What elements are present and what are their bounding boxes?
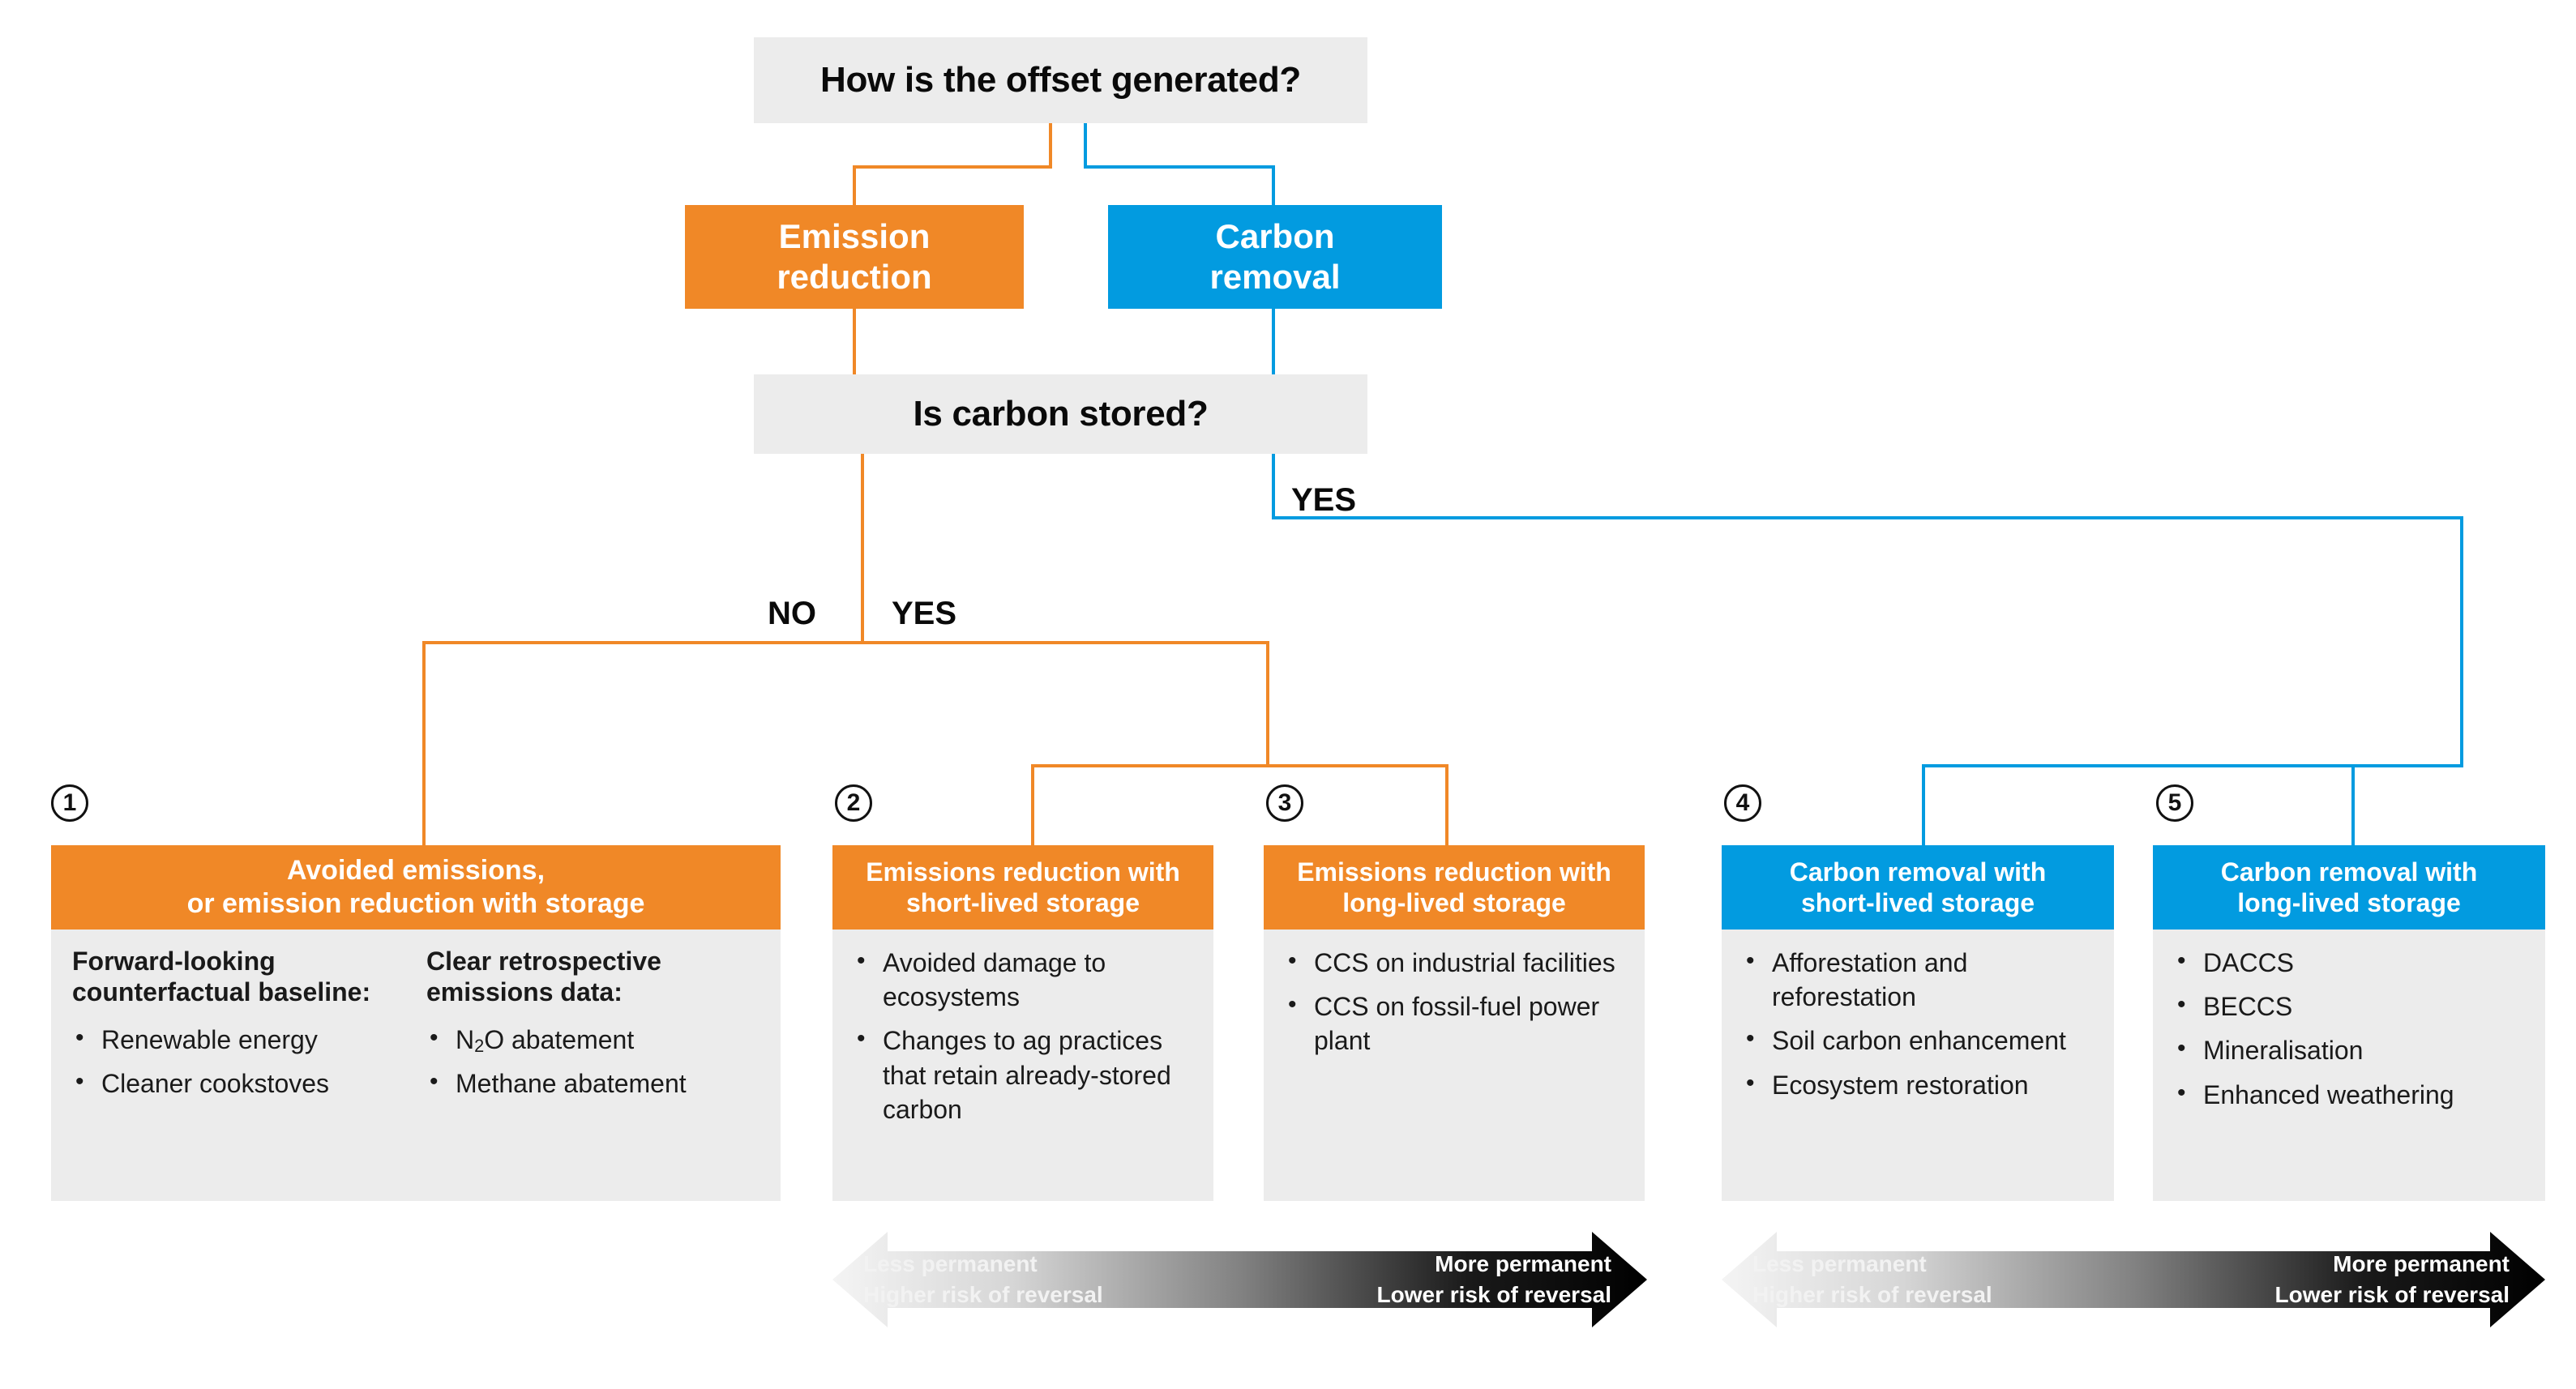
card-emissions-reduction-long-lived[interactable]: Emissions reduction with long-lived stor…: [1264, 845, 1645, 1201]
card-2-header: Emissions reduction with short-lived sto…: [832, 845, 1213, 930]
badge-4: 4: [1724, 784, 1761, 822]
permanence-arrow-right-icon: [1722, 1232, 2545, 1327]
connector-offset-to-removal-h: [1084, 165, 1275, 169]
label-yes-carbon-removal: YES: [1291, 482, 1357, 518]
connector-to-card4: [1922, 764, 1925, 845]
permanence-arrow-left: Less permanent Higher risk of reversal M…: [832, 1227, 1647, 1332]
card-1-subhead-2: Clear retrospective emissions data:: [426, 947, 661, 1007]
branch-carbon-removal[interactable]: Carbon removal: [1108, 205, 1442, 309]
card-3-title-line2: long-lived storage: [1342, 888, 1566, 917]
card-1-title-line2: or emission reduction with storage: [186, 888, 645, 919]
card-3-header: Emissions reduction with long-lived stor…: [1264, 845, 1645, 930]
branch-removal-line1: Carbon: [1215, 217, 1335, 256]
card-4-list: Afforestation and reforestation Soil car…: [1743, 945, 2093, 1102]
card-2-title-line2: short-lived storage: [905, 888, 1140, 917]
card-3-list: CCS on industrial facilities CCS on foss…: [1285, 945, 1624, 1058]
card-4-title-line1: Carbon removal with: [1789, 857, 2047, 887]
branch-emission-reduction[interactable]: Emission reduction: [685, 205, 1024, 309]
list-item: DACCS: [2174, 945, 2524, 980]
card-2-list: Avoided damage to ecosystems Changes to …: [854, 945, 1192, 1126]
connector-offset-to-emission-h: [853, 165, 1052, 169]
list-item: Methane abatement: [426, 1066, 760, 1101]
list-item: Avoided damage to ecosystems: [854, 945, 1192, 1014]
connector-no-to-card1: [422, 641, 426, 845]
connector-offset-to-removal-stem: [1084, 123, 1087, 169]
card-5-title-line1: Carbon removal with: [2220, 857, 2478, 887]
card-1-header: Avoided emissions, or emission reduction…: [51, 845, 781, 930]
connector-removal-down2: [2460, 516, 2463, 767]
connector-removal-split-h: [1922, 764, 2463, 767]
card-2-title-line1: Emissions reduction with: [866, 857, 1180, 887]
card-emissions-reduction-short-lived[interactable]: Emissions reduction with short-lived sto…: [832, 845, 1213, 1201]
connector-emission-to-stored: [853, 309, 856, 374]
card-4-body: Afforestation and reforestation Soil car…: [1722, 930, 2114, 1201]
card-1-title-line1: Avoided emissions,: [286, 855, 546, 887]
flowchart-canvas: How is the offset generated? Emission re…: [0, 0, 2576, 1389]
connector-stored-split-h: [422, 641, 1269, 644]
connector-stored-stem: [861, 454, 864, 644]
list-item: Cleaner cookstoves: [72, 1066, 405, 1101]
badge-5: 5: [2156, 784, 2193, 822]
label-no-stored: NO: [768, 596, 816, 631]
card-1-list-1: Renewable energy Cleaner cookstoves: [72, 1022, 405, 1101]
card-avoided-emissions[interactable]: Avoided emissions, or emission reduction…: [51, 845, 781, 1201]
question-is-carbon-stored: Is carbon stored?: [754, 374, 1367, 454]
connector-yes-split-h: [1031, 764, 1448, 767]
connector-to-card2: [1031, 764, 1034, 845]
card-5-list: DACCS BECCS Mineralisation Enhanced weat…: [2174, 945, 2524, 1112]
list-item: Mineralisation: [2174, 1032, 2524, 1067]
card-1-list-2: N2O abatement Methane abatement: [426, 1022, 760, 1101]
card-1-subhead-1: Forward-looking counterfactual baseline:: [72, 947, 371, 1007]
connector-to-card3: [1445, 764, 1448, 845]
branch-removal-line2: removal: [1209, 258, 1341, 296]
card-3-title-line1: Emissions reduction with: [1297, 857, 1611, 887]
card-carbon-removal-long-lived[interactable]: Carbon removal with long-lived storage D…: [2153, 845, 2545, 1201]
connector-removal-right: [1272, 516, 2463, 519]
card-4-title-line2: short-lived storage: [1800, 888, 2035, 917]
question-how-offset-generated: How is the offset generated?: [754, 37, 1367, 123]
list-item: Afforestation and reforestation: [1743, 945, 2093, 1014]
list-item: Ecosystem restoration: [1743, 1067, 2093, 1102]
card-1-column-1: Forward-looking counterfactual baseline:…: [72, 946, 405, 1110]
connector-to-card5: [2351, 764, 2355, 845]
label-yes-stored: YES: [892, 596, 957, 631]
list-item: N2O abatement: [426, 1022, 760, 1057]
list-item: CCS on fossil-fuel power plant: [1285, 989, 1624, 1058]
card-5-header: Carbon removal with long-lived storage: [2153, 845, 2545, 930]
badge-2: 2: [835, 784, 872, 822]
card-5-title-line2: long-lived storage: [2237, 888, 2461, 917]
branch-emission-line1: Emission: [778, 217, 931, 256]
connector-offset-to-emission-drop: [853, 165, 856, 208]
card-3-body: CCS on industrial facilities CCS on foss…: [1264, 930, 1645, 1201]
card-4-header: Carbon removal with short-lived storage: [1722, 845, 2114, 930]
list-item: Changes to ag practices that retain alre…: [854, 1023, 1192, 1126]
connector-yes-down: [1266, 641, 1269, 764]
card-1-body: Forward-looking counterfactual baseline:…: [51, 930, 781, 1201]
list-item: CCS on industrial facilities: [1285, 945, 1624, 980]
permanence-arrow-left-icon: [832, 1232, 1647, 1327]
badge-3: 3: [1266, 784, 1303, 822]
list-item: Enhanced weathering: [2174, 1077, 2524, 1112]
connector-offset-to-removal-drop: [1272, 165, 1275, 206]
card-1-column-2: Clear retrospective emissions data: N2O …: [426, 946, 760, 1110]
list-item: Renewable energy: [72, 1022, 405, 1057]
card-carbon-removal-short-lived[interactable]: Carbon removal with short-lived storage …: [1722, 845, 2114, 1201]
list-item: Soil carbon enhancement: [1743, 1023, 2093, 1058]
connector-offset-to-emission-stem: [1049, 123, 1052, 169]
list-item: BECCS: [2174, 989, 2524, 1024]
branch-emission-line2: reduction: [777, 258, 932, 296]
badge-1: 1: [51, 784, 88, 822]
card-2-body: Avoided damage to ecosystems Changes to …: [832, 930, 1213, 1201]
card-5-body: DACCS BECCS Mineralisation Enhanced weat…: [2153, 930, 2545, 1201]
permanence-arrow-right: Less permanent Higher risk of reversal M…: [1722, 1227, 2545, 1332]
